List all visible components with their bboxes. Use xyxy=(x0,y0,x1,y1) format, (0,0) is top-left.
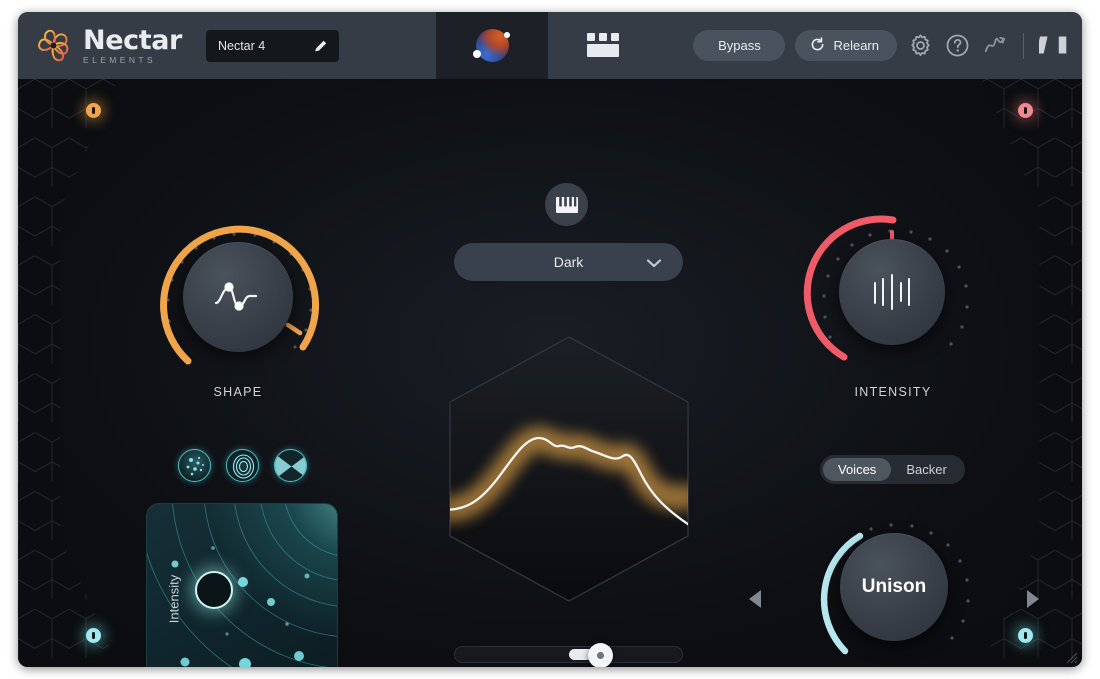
gear-icon[interactable] xyxy=(907,32,934,59)
header-actions: Bypass Relearn xyxy=(693,12,1067,79)
ni-logo-icon[interactable] xyxy=(1036,32,1067,59)
plugin-window: Nectar ELEMENTS Nectar 4 Bypass Relearn … xyxy=(18,12,1082,667)
xy-pad-y-label: Intensity xyxy=(166,574,182,624)
brand-subtitle: ELEMENTS xyxy=(83,54,157,65)
segment-backer[interactable]: Backer xyxy=(891,458,961,481)
header-bar: Nectar ELEMENTS Nectar 4 Bypass Relearn xyxy=(18,12,1082,79)
voices-backer-toggle: Voices Backer xyxy=(820,455,965,484)
bottom-right-module-toggle[interactable] xyxy=(1018,628,1033,643)
preset-name-value: Nectar 4 xyxy=(217,38,266,53)
intensity-knob[interactable]: INTENSITY xyxy=(788,189,998,419)
top-right-module-toggle[interactable] xyxy=(1018,103,1033,118)
vertical-bars-icon xyxy=(874,274,910,310)
shape-knob-face[interactable] xyxy=(183,242,293,352)
particles-texture-icon[interactable] xyxy=(178,449,211,482)
refresh-circle-icon xyxy=(809,36,826,56)
relearn-label: Relearn xyxy=(833,38,879,53)
voices-knob-value: Unison xyxy=(861,576,927,597)
brand-text: Nectar ELEMENTS xyxy=(83,27,182,65)
view-tabs xyxy=(436,12,660,79)
chevron-down-icon xyxy=(646,256,662,274)
resize-grip-icon[interactable] xyxy=(1064,650,1078,664)
voices-knob[interactable]: Unison VOICES xyxy=(788,491,1000,667)
waveform-shape-icon xyxy=(214,282,258,311)
signal-squiggle-icon[interactable] xyxy=(981,32,1008,59)
intensity-knob-label: INTENSITY xyxy=(854,385,932,399)
modules-grid-icon xyxy=(587,33,621,58)
hexagon-spectrum-display[interactable] xyxy=(445,334,693,604)
shape-knob-label: SHAPE xyxy=(213,385,263,399)
keyboard-button[interactable] xyxy=(545,183,588,226)
intensity-knob-face[interactable] xyxy=(839,239,945,345)
question-circle-icon[interactable] xyxy=(944,32,971,59)
shape-knob[interactable]: SHAPE xyxy=(128,189,348,419)
beam-texture-icon[interactable] xyxy=(274,449,307,482)
relearn-button[interactable]: Relearn xyxy=(795,30,897,61)
header-divider xyxy=(1023,32,1024,59)
previous-voice-arrow-icon[interactable] xyxy=(749,590,761,608)
style-dropdown-value: Dark xyxy=(553,254,584,270)
nectar-spiral-logo-icon xyxy=(35,27,72,64)
top-left-module-toggle[interactable] xyxy=(86,103,101,118)
style-dropdown[interactable]: Dark xyxy=(454,243,683,281)
segment-voices[interactable]: Voices xyxy=(823,458,892,481)
assistant-orb-icon xyxy=(472,29,510,62)
voices-knob-face[interactable]: Unison xyxy=(840,533,948,641)
bypass-label: Bypass xyxy=(718,38,761,53)
pencil-icon[interactable] xyxy=(313,38,329,54)
xy-pad[interactable]: Intensity Mix xyxy=(146,503,338,667)
width-slider[interactable] xyxy=(454,643,683,667)
preset-name-field[interactable]: Nectar 4 xyxy=(205,29,339,62)
texture-mode-icons xyxy=(178,449,307,482)
bottom-left-module-toggle[interactable] xyxy=(86,628,101,643)
piano-keys-icon xyxy=(555,196,578,213)
width-slider-handle[interactable] xyxy=(588,643,614,667)
bypass-button[interactable]: Bypass xyxy=(693,30,786,61)
tab-assistant[interactable] xyxy=(436,12,548,79)
main-canvas: SHAPE INTENSITY Dark Intensity Voices Ba… xyxy=(18,79,1082,667)
brand-area: Nectar ELEMENTS Nectar 4 xyxy=(18,12,339,79)
rings-texture-icon[interactable] xyxy=(226,449,259,482)
next-voice-arrow-icon[interactable] xyxy=(1027,590,1039,608)
tab-modules[interactable] xyxy=(548,12,660,79)
brand-name: Nectar xyxy=(83,24,182,56)
